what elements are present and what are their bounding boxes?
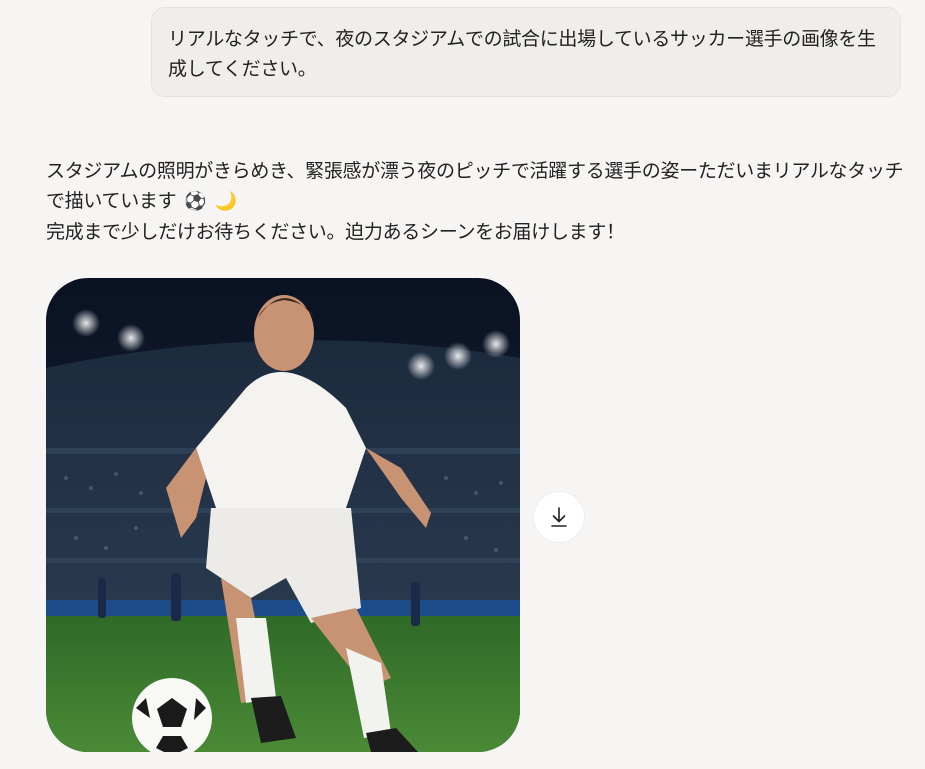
generated-image-illustration [46,278,520,752]
assistant-message: スタジアムの照明がきらめき、緊張感が漂う夜のピッチで活躍する選手の姿ーただいまリ… [46,156,906,247]
soccer-ball-emoji-icon: ⚽ [184,191,207,212]
download-button[interactable] [534,492,584,542]
generated-image[interactable] [46,278,520,752]
assistant-line-2: 完成まで少しだけお待ちください。迫力あるシーンをお届けします！ [46,221,625,243]
assistant-line-1-text: スタジアムの照明がきらめき、緊張感が漂う夜のピッチで活躍する選手の姿ーただいまリ… [46,160,904,212]
user-message-bubble: リアルなタッチで、夜のスタジアムでの試合に出場しているサッカー選手の画像を生成し… [151,7,901,97]
crescent-moon-emoji-icon: 🌙 [214,191,237,212]
user-message-text: リアルなタッチで、夜のスタジアムでの試合に出場しているサッカー選手の画像を生成し… [168,28,876,80]
download-arrow-icon [551,507,567,527]
chat-page: リアルなタッチで、夜のスタジアムでの試合に出場しているサッカー選手の画像を生成し… [0,0,925,769]
assistant-line-1: スタジアムの照明がきらめき、緊張感が漂う夜のピッチで活躍する選手の姿ーただいまリ… [46,156,906,217]
